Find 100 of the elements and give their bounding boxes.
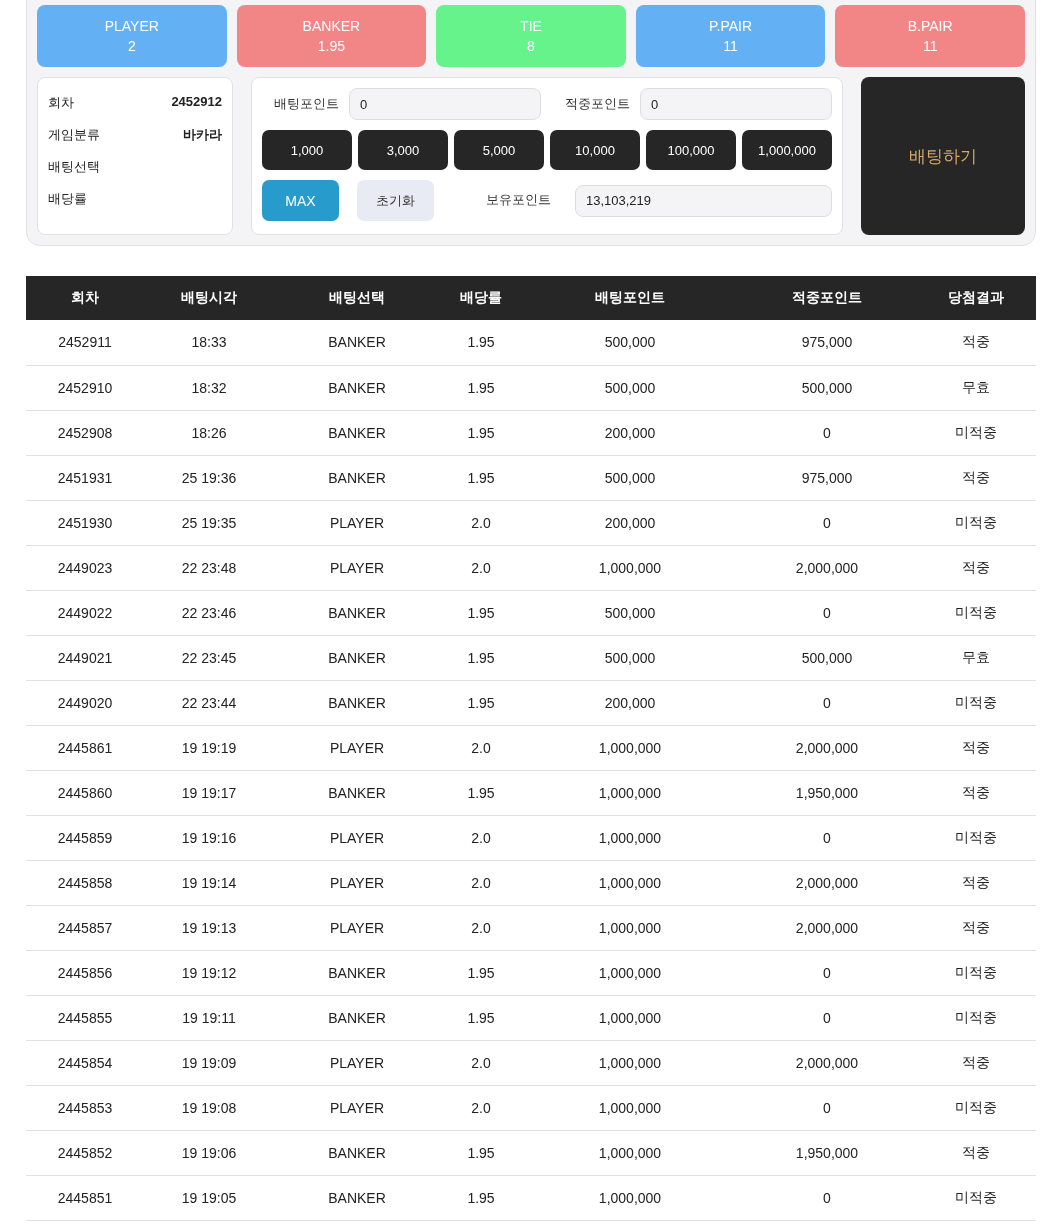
table-cell: 미적중 <box>916 950 1036 995</box>
column-header: 배당률 <box>440 276 522 320</box>
table-cell: BANKER <box>274 590 440 635</box>
table-cell: 적중 <box>916 725 1036 770</box>
table-cell: PLAYER <box>274 860 440 905</box>
table-cell: 19 19:12 <box>144 950 274 995</box>
table-cell: 2.0 <box>440 860 522 905</box>
table-cell: 적중 <box>916 545 1036 590</box>
table-cell: BANKER <box>274 950 440 995</box>
table-cell: 적중 <box>916 905 1036 950</box>
table-cell: BANKER <box>274 770 440 815</box>
chip-button[interactable]: 3,000 <box>358 130 448 170</box>
table-cell: 19 19:11 <box>144 995 274 1040</box>
table-cell: 1,000,000 <box>522 1085 738 1130</box>
table-cell: PLAYER <box>274 1040 440 1085</box>
info-label: 배팅선택 <box>48 158 100 176</box>
table-cell: 2,000,000 <box>738 860 916 905</box>
bet-button[interactable]: 배팅하기 <box>861 77 1025 235</box>
table-cell: 2,000,000 <box>738 725 916 770</box>
table-cell: 2445859 <box>26 815 144 860</box>
table-cell: 2.0 <box>440 725 522 770</box>
table-cell: 1.95 <box>440 995 522 1040</box>
table-cell: 미적중 <box>916 1175 1036 1220</box>
table-cell: 2452911 <box>26 320 144 365</box>
table-cell: 22 23:45 <box>144 635 274 680</box>
table-cell: 500,000 <box>522 320 738 365</box>
column-header: 배팅시각 <box>144 276 274 320</box>
table-cell: 18:32 <box>144 365 274 410</box>
table-cell: 2.0 <box>440 1085 522 1130</box>
table-cell: PLAYER <box>274 905 440 950</box>
table-cell: 975,000 <box>738 455 916 500</box>
table-cell: 1,000,000 <box>522 950 738 995</box>
table-cell: 200,000 <box>522 500 738 545</box>
chip-button[interactable]: 5,000 <box>454 130 544 170</box>
table-cell: 19 19:19 <box>144 725 274 770</box>
table-cell: 2,000,000 <box>738 545 916 590</box>
table-cell: 적중 <box>916 455 1036 500</box>
table-cell: PLAYER <box>274 1085 440 1130</box>
table-cell: 19 19:09 <box>144 1040 274 1085</box>
table-cell: 19 19:06 <box>144 1130 274 1175</box>
table-cell: 2.0 <box>440 905 522 950</box>
table-cell: 1.95 <box>440 770 522 815</box>
table-cell: 1.95 <box>440 365 522 410</box>
table-cell: 0 <box>738 590 916 635</box>
info-value: 바카라 <box>183 126 222 144</box>
table-cell: 2451930 <box>26 500 144 545</box>
table-cell: 22 23:48 <box>144 545 274 590</box>
table-cell: 미적중 <box>916 815 1036 860</box>
input-field[interactable]: 13,103,219 <box>575 184 832 217</box>
table-cell: 2449023 <box>26 545 144 590</box>
table-cell: 200,000 <box>522 680 738 725</box>
table-cell: 2451931 <box>26 455 144 500</box>
table-cell: 2445860 <box>26 770 144 815</box>
table-cell: 22 23:46 <box>144 590 274 635</box>
table-cell: 2.0 <box>440 1040 522 1085</box>
table-cell: 1,000,000 <box>522 545 738 590</box>
table-cell: 2445853 <box>26 1085 144 1130</box>
table-cell: 2452910 <box>26 365 144 410</box>
table-cell: 0 <box>738 680 916 725</box>
input-field[interactable]: 0 <box>640 88 832 120</box>
chip-button[interactable]: 10,000 <box>550 130 640 170</box>
table-cell: 25 19:35 <box>144 500 274 545</box>
chip-button[interactable]: 1,000 <box>262 130 352 170</box>
table-cell: 19 19:13 <box>144 905 274 950</box>
table-cell: BANKER <box>274 1130 440 1175</box>
info-label: 회차 <box>48 94 74 112</box>
info-label: 게임분류 <box>48 126 100 144</box>
input-field[interactable]: 0 <box>349 88 541 120</box>
table-cell: 1,000,000 <box>522 1175 738 1220</box>
table-cell: 1,000,000 <box>522 815 738 860</box>
table-cell: 19 19:08 <box>144 1085 274 1130</box>
table-cell: 2.0 <box>440 500 522 545</box>
table-cell: 18:26 <box>144 410 274 455</box>
table-cell: BANKER <box>274 410 440 455</box>
table-cell: 미적중 <box>916 410 1036 455</box>
table-cell: BANKER <box>274 1175 440 1220</box>
table-cell: 19 19:17 <box>144 770 274 815</box>
table-cell: 적중 <box>916 320 1036 365</box>
table-cell: 2445854 <box>26 1040 144 1085</box>
table-cell: 1.95 <box>440 1130 522 1175</box>
reset-button[interactable]: 초기화 <box>357 180 434 221</box>
table-cell: 500,000 <box>522 590 738 635</box>
chip-button[interactable]: 100,000 <box>646 130 736 170</box>
table-cell: 200,000 <box>522 410 738 455</box>
table-cell: 1,000,000 <box>522 770 738 815</box>
table-cell: 2449021 <box>26 635 144 680</box>
table-cell: 1,000,000 <box>522 995 738 1040</box>
table-cell: 0 <box>738 815 916 860</box>
table-cell: 2445851 <box>26 1175 144 1220</box>
table-cell: 2,000,000 <box>738 1040 916 1085</box>
chip-button[interactable]: 1,000,000 <box>742 130 832 170</box>
table-cell: 적중 <box>916 860 1036 905</box>
table-cell: 2.0 <box>440 815 522 860</box>
table-cell: 미적중 <box>916 680 1036 725</box>
table-cell: 0 <box>738 500 916 545</box>
field-label: 적중포인트 <box>565 95 630 113</box>
table-cell: 500,000 <box>738 365 916 410</box>
table-cell: 2452908 <box>26 410 144 455</box>
table-cell: BANKER <box>274 680 440 725</box>
table-cell: 1.95 <box>440 950 522 995</box>
